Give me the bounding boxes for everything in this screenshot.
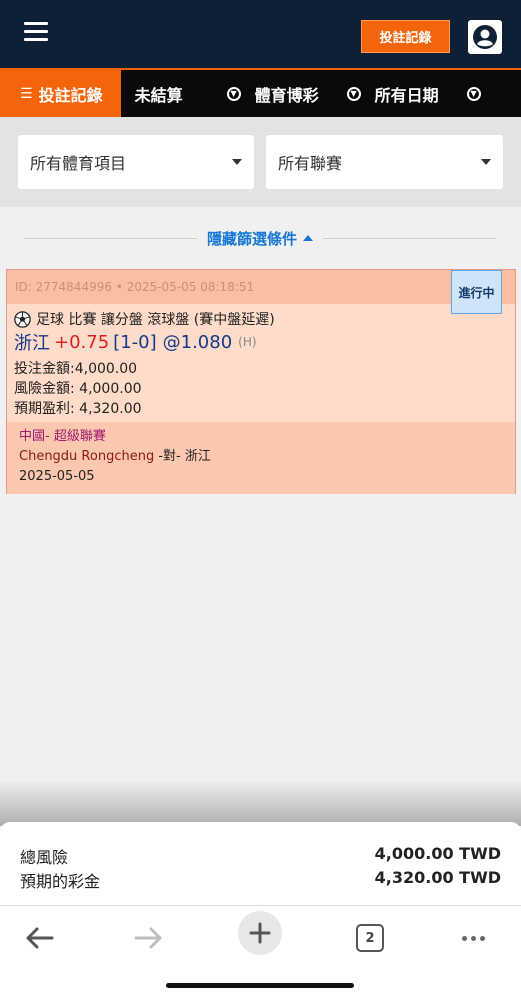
hide-filters-label: 隱藏篩選條件 — [207, 229, 298, 248]
tab-bet-record[interactable]: ☰ 投註記錄 — [0, 70, 121, 117]
stake-amount: 投注金額:4,000.00 — [14, 361, 138, 377]
expected-payout-label: 預期的彩金 — [20, 872, 101, 891]
bet-score: [1-0] — [113, 331, 157, 353]
caret-down-icon — [232, 159, 242, 165]
summary-shadow — [0, 780, 521, 826]
home-team: Chengdu Rongcheng — [19, 449, 155, 464]
tab-unsettled-label: 未結算 — [134, 85, 183, 105]
tab-sports-betting-label: 體育博彩 — [254, 85, 319, 105]
hide-filters-toggle[interactable]: 隱藏篩選條件 — [197, 228, 323, 249]
expected-payout-value: 4,320.00 TWD — [374, 868, 501, 887]
top-header: 投註記錄 — [0, 0, 521, 68]
filter-panel: 所有體育項目 所有聯賽 — [0, 117, 521, 207]
match-teams: Chengdu Rongcheng -對- 浙江 — [19, 447, 503, 467]
caret-down-icon — [481, 159, 491, 165]
user-account-icon[interactable] — [468, 20, 502, 54]
tab-all-dates-label: 所有日期 — [374, 85, 439, 105]
caret-up-icon — [303, 235, 314, 241]
expected-profit: 預期盈利: 4,320.00 — [14, 401, 142, 417]
tab-bet-record-label: 投註記錄 — [38, 85, 103, 105]
dropdown-circle-icon: ▼ — [466, 86, 481, 101]
league-name: 中國- 超級聯賽 — [19, 429, 106, 444]
dropdown-circle-icon: ▼ — [346, 86, 361, 101]
divider — [323, 237, 497, 239]
sport-select-value: 所有體育項目 — [30, 154, 127, 173]
match-info: 中國- 超級聯賽 Chengdu Rongcheng -對- 浙江 2025-0… — [7, 422, 515, 494]
total-risk-label: 總風險 — [20, 848, 69, 867]
league-select-value: 所有聯賽 — [278, 154, 343, 173]
tab-more[interactable]: ▼ — [466, 70, 495, 117]
risk-amount: 風險金額: 4,000.00 — [14, 381, 142, 397]
back-arrow-icon[interactable] — [22, 918, 56, 958]
home-indicator — [166, 983, 354, 988]
tab-all-dates[interactable]: ▼ 所有日期 — [346, 70, 439, 117]
bet-odds: @1.080 — [162, 331, 233, 353]
list-icon: ☰ — [20, 85, 33, 102]
bet-record-button[interactable]: 投註記錄 — [361, 20, 450, 53]
bet-handicap: +0.75 — [54, 331, 110, 353]
odds-type: (H) — [238, 335, 257, 349]
match-date: 2025-05-05 — [19, 469, 95, 484]
hamburger-menu-icon[interactable] — [24, 22, 48, 42]
sport-select[interactable]: 所有體育項目 — [18, 135, 254, 189]
tab-sports-betting[interactable]: ▼ 體育博彩 — [226, 70, 319, 117]
tab-switcher-button[interactable]: 2 — [355, 918, 385, 958]
tab-bar: ☰ 投註記錄 未結算 ▼ 體育博彩 ▼ 所有日期 ▼ — [0, 68, 521, 117]
status-badge: 進行中 — [451, 270, 502, 314]
league-select[interactable]: 所有聯賽 — [266, 135, 503, 189]
tab-count: 2 — [356, 924, 384, 952]
hide-filters-row: 隱藏篩選條件 — [24, 224, 497, 252]
forward-arrow-icon[interactable] — [132, 918, 166, 958]
bet-card[interactable]: ID: 2774844996 • 2025-05-05 08:18:51 進行中… — [6, 269, 516, 494]
bet-team: 浙江 — [14, 333, 50, 354]
away-team: -對- 浙江 — [154, 449, 211, 464]
bet-description: 足球 比賽 讓分盤 滾球盤 (賽中盤延遲) — [36, 312, 275, 328]
dropdown-circle-icon: ▼ — [226, 86, 241, 101]
tab-unsettled[interactable]: 未結算 — [121, 70, 183, 117]
total-risk-value: 4,000.00 TWD — [374, 844, 501, 863]
more-options-icon[interactable] — [455, 918, 491, 958]
soccer-ball-icon — [14, 310, 31, 328]
bet-id-line: ID: 2774844996 • 2025-05-05 08:18:51 — [7, 270, 515, 304]
divider — [24, 237, 197, 239]
bet-summary: 總風險 4,000.00 TWD 預期的彩金 4,320.00 TWD — [0, 822, 521, 905]
new-tab-plus-icon[interactable] — [238, 911, 282, 955]
